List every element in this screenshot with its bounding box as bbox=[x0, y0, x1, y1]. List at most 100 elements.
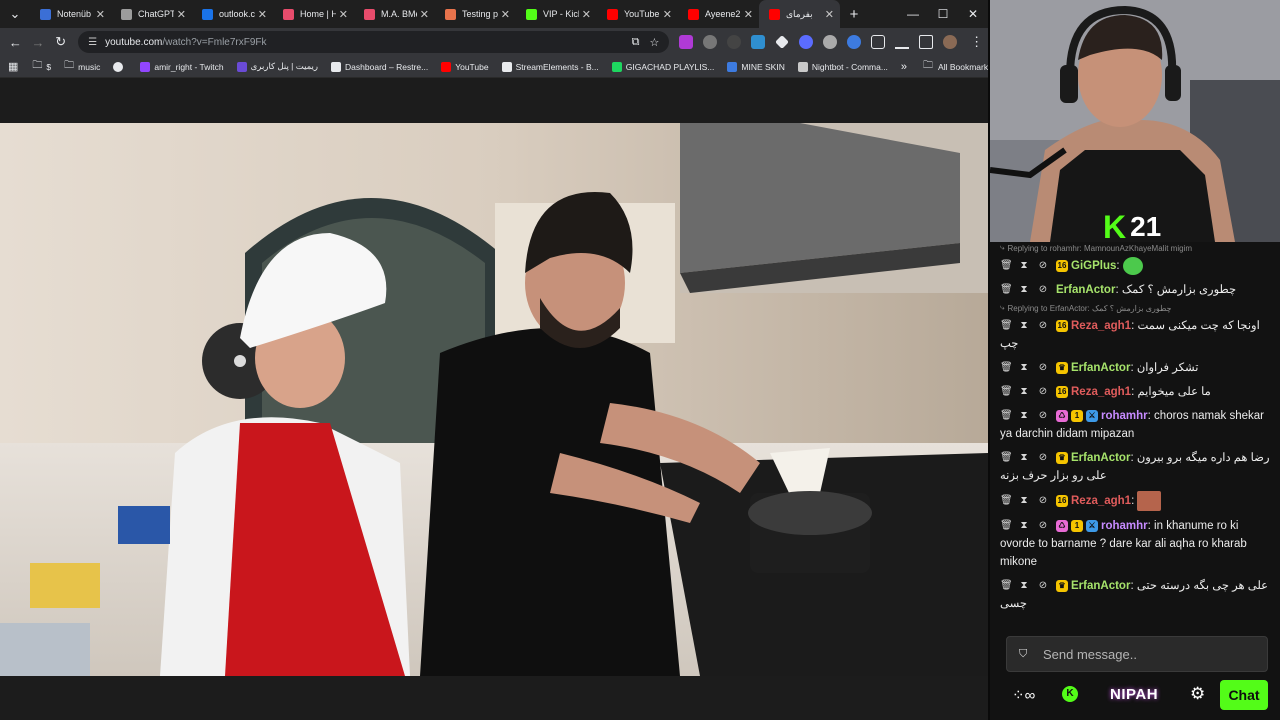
ban-icon[interactable]: ⊘ bbox=[1038, 317, 1048, 335]
site-info-icon[interactable]: ☰ bbox=[88, 37, 97, 48]
chat-message[interactable]: 🗑 ⧗ ⊘ ♛ ErfanActor: علی هر چی بگه درسته حتی … bbox=[990, 574, 1280, 616]
chat-message[interactable]: 🗑 ⧗ ⊘ ♺ 1 ⚔ rohamhr: in khanume ro ki ovorde t… bbox=[990, 514, 1280, 574]
install-app-icon[interactable]: ⧉ bbox=[632, 36, 640, 49]
chat-username[interactable]: rohamhr bbox=[1101, 410, 1148, 422]
browser-menu-icon[interactable]: ⋮ bbox=[965, 34, 988, 50]
timeout-icon[interactable]: ⧗ bbox=[1019, 517, 1029, 535]
browser-tab[interactable]: M.A. BMe ✕ bbox=[354, 0, 435, 28]
extensions-puzzle-icon[interactable] bbox=[871, 35, 886, 49]
extension-icon-2[interactable] bbox=[703, 35, 718, 49]
bookmark-item[interactable] bbox=[113, 61, 127, 72]
new-tab-button[interactable]: + bbox=[840, 6, 868, 23]
extension-icon-3[interactable] bbox=[727, 35, 742, 49]
delete-icon[interactable]: 🗑 bbox=[1000, 359, 1013, 377]
maximize-button[interactable]: ☐ bbox=[928, 0, 958, 28]
timeout-icon[interactable]: ⧗ bbox=[1019, 317, 1029, 335]
timeout-icon[interactable]: ⧗ bbox=[1019, 281, 1029, 299]
ban-icon[interactable]: ⊘ bbox=[1038, 257, 1048, 275]
close-tab-icon[interactable]: ✕ bbox=[96, 8, 105, 21]
bookmark-item[interactable]: 🗀 music bbox=[64, 58, 100, 75]
reply-context[interactable]: ⤷ Replying to ErfanActor: چطوری بزارمش ؟… bbox=[990, 302, 1280, 314]
extension-icon-4[interactable] bbox=[751, 35, 766, 49]
ban-icon[interactable]: ⊘ bbox=[1038, 492, 1048, 510]
bookmark-item[interactable]: amir_right - Twitch bbox=[140, 61, 224, 72]
close-tab-icon[interactable]: ✕ bbox=[339, 8, 348, 21]
extension-icon-5[interactable] bbox=[775, 35, 790, 49]
chat-username[interactable]: ErfanActor bbox=[1071, 452, 1130, 464]
reply-context[interactable]: ⤷ Replying to rohamhr: MamnounAzKhayeMal… bbox=[990, 242, 1280, 254]
close-tab-icon[interactable]: ✕ bbox=[663, 8, 672, 21]
bookmark-item[interactable]: 🗀 $ bbox=[32, 58, 51, 75]
timeout-icon[interactable]: ⧗ bbox=[1019, 449, 1029, 467]
video-player[interactable] bbox=[0, 123, 988, 676]
chat-username[interactable]: GiGPlus bbox=[1071, 260, 1116, 272]
browser-tab[interactable]: بفرمای ✕ bbox=[759, 0, 840, 28]
close-tab-icon[interactable]: ✕ bbox=[420, 8, 429, 21]
timeout-icon[interactable]: ⧗ bbox=[1019, 257, 1029, 275]
nipah-emote-label[interactable]: NIPAH bbox=[1110, 686, 1158, 703]
chat-message[interactable]: 🗑 ⧗ ⊘ ♛ ErfanActor: رضا هم داره میگه برو بیر… bbox=[990, 446, 1280, 488]
extension-icon-7[interactable] bbox=[823, 35, 838, 49]
browser-tab[interactable]: ChatGPT ✕ bbox=[111, 0, 192, 28]
address-bar[interactable]: ☰ youtube.com/watch?v=Fmle7rxF9Fk ⧉ ☆ bbox=[78, 31, 670, 53]
delete-icon[interactable]: 🗑 bbox=[1000, 492, 1013, 510]
timeout-icon[interactable]: ⧗ bbox=[1019, 492, 1029, 510]
close-tab-icon[interactable]: ✕ bbox=[501, 8, 510, 21]
browser-tab[interactable]: YouTube ✕ bbox=[597, 0, 678, 28]
delete-icon[interactable]: 🗑 bbox=[1000, 281, 1013, 299]
chat-message[interactable]: 🗑 ⧗ ⊘ 16 GiGPlus: bbox=[990, 254, 1280, 278]
ban-icon[interactable]: ⊘ bbox=[1038, 577, 1048, 595]
delete-icon[interactable]: 🗑 bbox=[1000, 257, 1013, 275]
tab-search-chevron-icon[interactable]: ⌄ bbox=[0, 6, 30, 22]
chat-message[interactable]: 🗑 ⧗ ⊘ ♛ ErfanActor: تشکر فراوان bbox=[990, 356, 1280, 380]
delete-icon[interactable]: 🗑 bbox=[1000, 383, 1013, 401]
kick-emote-icon[interactable]: K bbox=[1062, 686, 1078, 702]
close-tab-icon[interactable]: ✕ bbox=[825, 8, 834, 21]
chat-message[interactable]: 🗑 ⧗ ⊘ 16 Reza_agh1: ما علی میخوایم bbox=[990, 380, 1280, 404]
back-icon[interactable]: ← bbox=[4, 35, 27, 50]
chat-username[interactable]: Reza_agh1 bbox=[1071, 495, 1131, 507]
chat-username[interactable]: rohamhr bbox=[1101, 520, 1148, 532]
bookmark-item[interactable]: YouTube bbox=[441, 61, 489, 72]
ban-icon[interactable]: ⊘ bbox=[1038, 517, 1048, 535]
infinity-emote-icon[interactable]: ⁘∞ bbox=[1012, 686, 1035, 704]
browser-tab[interactable]: outlook.c ✕ bbox=[192, 0, 273, 28]
chat-message[interactable]: 🗑 ⧗ ⊘ ErfanActor: چطوری بزارمش ؟ کمک bbox=[990, 278, 1280, 302]
chat-username[interactable]: ErfanActor bbox=[1056, 284, 1115, 296]
timeout-icon[interactable]: ⧗ bbox=[1019, 383, 1029, 401]
extension-icon-8[interactable] bbox=[847, 35, 862, 49]
browser-tab[interactable]: Home | H ✕ bbox=[273, 0, 354, 28]
bookmark-item[interactable]: Nightbot - Comma... bbox=[797, 61, 888, 72]
bookmark-star-icon[interactable]: ☆ bbox=[649, 36, 659, 49]
forward-icon[interactable]: → bbox=[27, 35, 50, 50]
browser-tab[interactable]: VIP - Kick ✕ bbox=[516, 0, 597, 28]
apps-grid-icon[interactable]: ▦ bbox=[8, 60, 18, 73]
send-chat-button[interactable]: Chat bbox=[1220, 680, 1268, 710]
chat-username[interactable]: ErfanActor bbox=[1071, 580, 1130, 592]
ban-icon[interactable]: ⊘ bbox=[1038, 359, 1048, 377]
bookmark-item[interactable]: Dashboard – Restre... bbox=[331, 61, 428, 72]
more-bookmarks-chevron-icon[interactable]: » bbox=[901, 61, 907, 73]
delete-icon[interactable]: 🗑 bbox=[1000, 517, 1013, 535]
ban-icon[interactable]: ⊘ bbox=[1038, 407, 1048, 425]
extension-icon-1[interactable] bbox=[679, 35, 694, 49]
close-tab-icon[interactable]: ✕ bbox=[744, 8, 753, 21]
bookmark-item[interactable]: GIGACHAD PLAYLIS... bbox=[611, 61, 714, 72]
chat-input-box[interactable]: ⛉ bbox=[1006, 636, 1268, 672]
ban-icon[interactable]: ⊘ bbox=[1038, 281, 1048, 299]
close-tab-icon[interactable]: ✕ bbox=[258, 8, 267, 21]
browser-tab[interactable]: Ayeene2 ✕ bbox=[678, 0, 759, 28]
extension-icon-6[interactable] bbox=[799, 35, 814, 49]
chat-username[interactable]: Reza_agh1 bbox=[1071, 386, 1131, 398]
chat-message[interactable]: 🗑 ⧗ ⊘ 16 Reza_agh1: اونجا که چت میکنی سمت چپ bbox=[990, 314, 1280, 356]
media-controls-icon[interactable] bbox=[895, 35, 910, 49]
chat-username[interactable]: Reza_agh1 bbox=[1071, 320, 1131, 332]
timeout-icon[interactable]: ⧗ bbox=[1019, 359, 1029, 377]
all-bookmarks-folder[interactable]: 🗀 All Bookmarks bbox=[923, 58, 992, 75]
minimize-button[interactable]: — bbox=[898, 0, 928, 28]
reload-icon[interactable]: ↻ bbox=[49, 34, 72, 50]
chat-message-input[interactable] bbox=[1043, 646, 1243, 662]
ban-icon[interactable]: ⊘ bbox=[1038, 449, 1048, 467]
chat-username[interactable]: ErfanActor bbox=[1071, 362, 1130, 374]
close-tab-icon[interactable]: ✕ bbox=[582, 8, 591, 21]
